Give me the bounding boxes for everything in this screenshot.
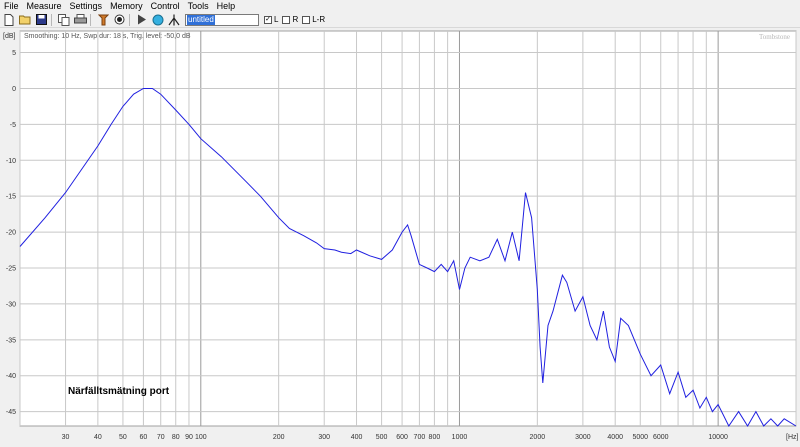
- x-tick-label: 400: [351, 434, 363, 441]
- menu-control[interactable]: Control: [147, 0, 184, 12]
- toolbar-separator: [129, 13, 130, 26]
- new-file-icon[interactable]: [2, 13, 16, 27]
- y-tick-label: -40: [6, 373, 16, 380]
- x-tick-label: 6000: [653, 434, 669, 441]
- y-tick-label: 5: [12, 50, 16, 57]
- x-tick-label: 10000: [708, 434, 728, 441]
- x-axis-unit: [Hz]: [786, 434, 799, 441]
- x-tick-label: 600: [396, 434, 408, 441]
- channel-l-label: L: [274, 15, 279, 24]
- channel-r-checkbox[interactable]: [282, 15, 291, 24]
- toolbar-separator: [90, 13, 91, 26]
- loop-icon[interactable]: [151, 13, 165, 27]
- plot-area: [19, 30, 797, 427]
- y-tick-label: -5: [10, 122, 16, 129]
- menu-memory[interactable]: Memory: [106, 0, 147, 12]
- x-tick-label: 30: [62, 434, 70, 441]
- x-tick-label: 60: [140, 434, 148, 441]
- x-tick-label: 700: [414, 434, 426, 441]
- record-icon[interactable]: [112, 13, 126, 27]
- x-tick-label: 70: [157, 434, 165, 441]
- print-icon[interactable]: [73, 13, 87, 27]
- tone-generator-icon[interactable]: [96, 13, 110, 27]
- title-input-value: untitled: [187, 14, 215, 25]
- graph-annotation: Närfälltsmätning port: [68, 386, 170, 397]
- x-tick-label: 5000: [632, 434, 648, 441]
- channel-selector: ✓ L R L-R: [264, 15, 329, 24]
- channel-r-label: R: [292, 15, 299, 24]
- menu-settings[interactable]: Settings: [66, 0, 107, 12]
- y-tick-label: -35: [6, 337, 16, 344]
- y-axis-unit: [dB]: [3, 33, 16, 40]
- x-tick-label: 200: [273, 434, 285, 441]
- y-tick-label: 0: [12, 86, 16, 93]
- channel-lr-label: L-R: [312, 15, 326, 24]
- y-tick-label: -10: [6, 158, 16, 165]
- y-tick-label: -20: [6, 230, 16, 237]
- menu-tools[interactable]: Tools: [184, 0, 213, 12]
- menu-help[interactable]: Help: [213, 0, 240, 12]
- title-input[interactable]: untitled: [185, 13, 259, 26]
- x-tick-label: 50: [119, 434, 127, 441]
- x-tick-label: 1000: [452, 434, 468, 441]
- y-tick-label: -25: [6, 266, 16, 273]
- frequency-response-graph[interactable]: 50-5-10-15-20-25-30-35-40-45 30 40 50 60 70 8…: [0, 29, 800, 447]
- x-tick-label: 100: [195, 434, 207, 441]
- save-icon[interactable]: [34, 13, 48, 27]
- channel-l-checkbox[interactable]: ✓: [264, 15, 272, 24]
- play-icon[interactable]: [135, 13, 149, 27]
- x-tick-label: 3000: [575, 434, 591, 441]
- x-tick-label: 40: [94, 434, 102, 441]
- x-tick-label: 300: [318, 434, 330, 441]
- y-tick-label: -15: [6, 194, 16, 201]
- peak-icon[interactable]: [167, 13, 181, 27]
- x-tick-label: 800: [429, 434, 441, 441]
- open-folder-icon[interactable]: [18, 13, 32, 27]
- toolbar-separator: [51, 13, 52, 26]
- y-tick-label: -30: [6, 301, 16, 308]
- menu-file[interactable]: File: [0, 0, 23, 12]
- menu-measure[interactable]: Measure: [23, 0, 66, 12]
- x-tick-label: 500: [376, 434, 388, 441]
- channel-lr-checkbox[interactable]: [302, 15, 311, 24]
- x-tick-label: 80: [172, 434, 180, 441]
- x-tick-label: 2000: [530, 434, 546, 441]
- y-tick-label: -45: [6, 409, 16, 416]
- menu-bar: File Measure Settings Memory Control Too…: [0, 0, 800, 12]
- copy-icon[interactable]: [57, 13, 71, 27]
- x-tick-label: 90: [185, 434, 193, 441]
- x-tick-label: 4000: [607, 434, 623, 441]
- toolbar: untitled ✓ L R L-R: [0, 12, 800, 28]
- measurement-info: Smoothing: 10 Hz, Swp dur: 18 s, Trig. l…: [24, 33, 191, 40]
- brand-watermark: Tombstone: [759, 33, 790, 41]
